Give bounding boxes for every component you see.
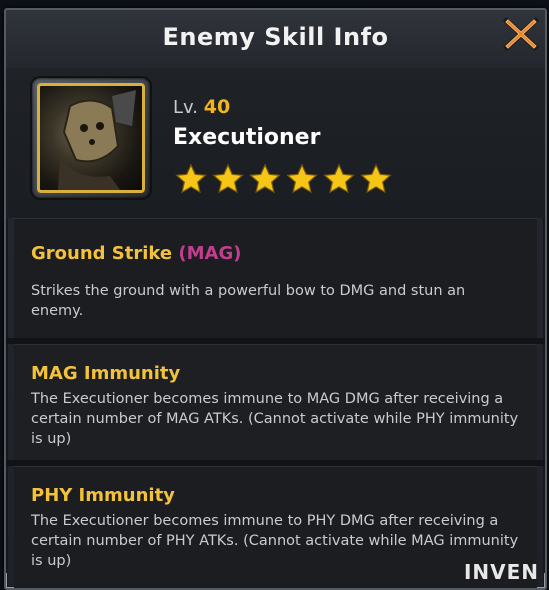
title-bar: Enemy Skill Info: [6, 10, 545, 69]
star-rating: [175, 163, 397, 195]
star-icon: [323, 163, 355, 194]
level-label: Lv.: [173, 97, 199, 118]
skill-name: PHY Immunity: [31, 485, 175, 506]
close-x-icon: [503, 17, 539, 51]
star-icon: [360, 163, 392, 194]
enemy-skill-dialog: Enemy Skill Info Lv. 40 Executioner Grou…: [4, 8, 547, 590]
enemy-level: Lv. 40: [173, 96, 230, 118]
skill-title: Ground Strike: [31, 243, 173, 264]
skill-card-ground-strike: Ground Strike (MAG) Strikes the ground w…: [14, 218, 537, 339]
skill-damage-type: (MAG): [178, 243, 242, 264]
star-icon: [212, 163, 244, 194]
enemy-name: Executioner: [173, 125, 321, 150]
skill-name: MAG Immunity: [31, 363, 180, 384]
star-icon: [249, 163, 281, 194]
skill-card-mag-immunity: MAG Immunity The Executioner becomes imm…: [14, 344, 537, 461]
enemy-header: Lv. 40 Executioner: [6, 68, 545, 218]
star-icon: [175, 163, 207, 194]
skill-title: PHY Immunity: [31, 485, 175, 506]
enemy-portrait-frame[interactable]: [32, 78, 150, 198]
star-icon: [286, 163, 318, 194]
skill-description: Strikes the ground with a powerful bow t…: [31, 283, 466, 319]
skill-name: Ground Strike (MAG): [31, 243, 241, 264]
dialog-title: Enemy Skill Info: [162, 23, 389, 51]
portrait-art: [58, 90, 136, 190]
skill-description: The Executioner becomes immune to MAG DM…: [31, 391, 519, 447]
executioner-portrait: [37, 83, 145, 193]
skill-title: MAG Immunity: [31, 363, 181, 384]
level-value: 40: [203, 96, 231, 118]
watermark-logo: INVEN: [463, 560, 539, 584]
shield-icon: [40, 190, 70, 193]
skill-description: The Executioner becomes immune to PHY DM…: [31, 513, 519, 569]
skill-card-phy-immunity: PHY Immunity The Executioner becomes imm…: [14, 466, 537, 588]
close-button[interactable]: [499, 12, 543, 56]
